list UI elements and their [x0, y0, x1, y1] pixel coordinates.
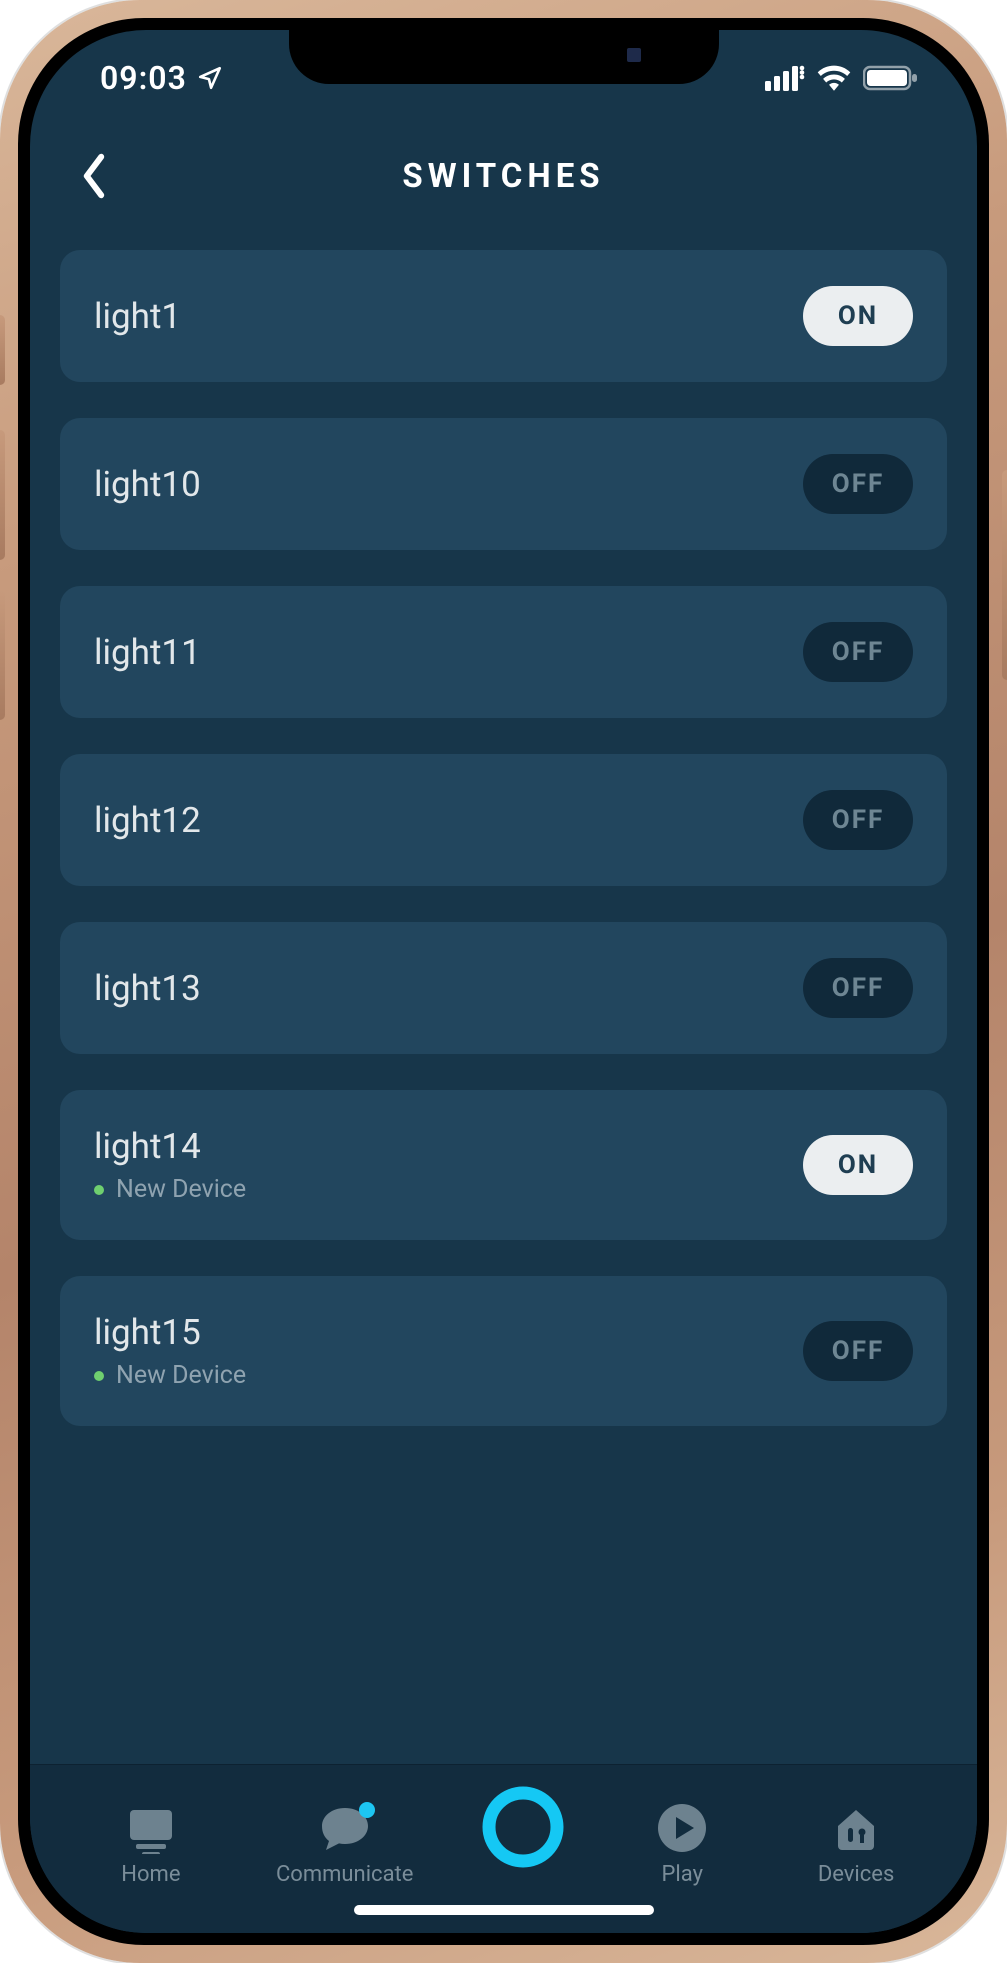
switch-row[interactable]: light14 New Device ON	[60, 1090, 947, 1240]
alexa-ring-icon	[481, 1785, 565, 1869]
cellular-icon	[765, 65, 805, 91]
switch-info: light13	[94, 968, 201, 1009]
toggle-state: ON	[838, 301, 878, 331]
tab-label: Play	[662, 1862, 703, 1887]
toggle-button[interactable]: OFF	[803, 622, 913, 682]
switch-sub-text: New Device	[116, 1361, 246, 1390]
toggle-button[interactable]: OFF	[803, 790, 913, 850]
toggle-button[interactable]: ON	[803, 1135, 913, 1195]
switch-info: light14 New Device	[94, 1126, 246, 1204]
chevron-left-icon	[77, 152, 111, 200]
clock: 09:03	[100, 59, 187, 97]
switch-name: light14	[94, 1126, 246, 1167]
switch-row[interactable]: light12 OFF	[60, 754, 947, 886]
status-dot-icon	[94, 1185, 104, 1195]
home-icon	[124, 1804, 178, 1854]
location-icon	[197, 65, 223, 91]
switch-sub-text: New Device	[116, 1175, 246, 1204]
switch-subtitle: New Device	[94, 1361, 246, 1390]
switch-info: light12	[94, 800, 201, 841]
notification-dot-icon	[359, 1802, 375, 1818]
toggle-state: OFF	[832, 805, 884, 835]
tab-label: Home	[121, 1862, 180, 1887]
toggle-state: OFF	[832, 1336, 884, 1366]
toggle-button[interactable]: OFF	[803, 454, 913, 514]
phone-frame: 09:03	[0, 0, 1007, 1963]
status-left: 09:03	[100, 59, 223, 97]
toggle-button[interactable]: OFF	[803, 1321, 913, 1381]
power-button	[1002, 470, 1007, 680]
volume-down-button	[0, 590, 5, 720]
switch-row[interactable]: light15 New Device OFF	[60, 1276, 947, 1426]
switch-row[interactable]: light1 ON	[60, 250, 947, 382]
play-icon	[656, 1802, 708, 1854]
status-right	[765, 65, 919, 91]
switch-name: light15	[94, 1312, 246, 1353]
switch-info: light11	[94, 632, 201, 673]
toggle-state: ON	[838, 1150, 878, 1180]
switch-name: light1	[94, 296, 181, 337]
toggle-state: OFF	[832, 973, 884, 1003]
switch-name: light10	[94, 464, 201, 505]
tab-label: Devices	[818, 1862, 895, 1887]
switch-info: light15 New Device	[94, 1312, 246, 1390]
switch-row[interactable]: light10 OFF	[60, 418, 947, 550]
tab-label: Communicate	[276, 1862, 413, 1887]
switch-row[interactable]: light13 OFF	[60, 922, 947, 1054]
phone-bezel: 09:03	[18, 18, 989, 1945]
back-button[interactable]	[70, 152, 118, 200]
switch-name: light12	[94, 800, 201, 841]
home-indicator[interactable]	[354, 1905, 654, 1915]
switch-name: light11	[94, 632, 201, 673]
battery-icon	[863, 65, 919, 91]
tab-devices[interactable]: Devices	[791, 1802, 921, 1887]
wifi-icon	[817, 65, 851, 91]
switch-list[interactable]: light1 ON light10 OFF light11 OFF	[30, 226, 977, 1764]
tab-play[interactable]: Play	[617, 1802, 747, 1887]
switch-name: light13	[94, 968, 201, 1009]
chat-icon	[317, 1804, 373, 1854]
status-dot-icon	[94, 1371, 104, 1381]
tabbar: Home Communicate	[30, 1764, 977, 1933]
screen: 09:03	[30, 30, 977, 1933]
tab-communicate[interactable]: Communicate	[260, 1804, 430, 1887]
page-title: SWITCHES	[402, 157, 604, 196]
toggle-state: OFF	[832, 637, 884, 667]
switch-subtitle: New Device	[94, 1175, 246, 1204]
tab-home[interactable]: Home	[86, 1804, 216, 1887]
nav-header: SWITCHES	[30, 126, 977, 226]
switch-row[interactable]: light11 OFF	[60, 586, 947, 718]
switch-info: light1	[94, 296, 181, 337]
tab-alexa[interactable]	[473, 1785, 573, 1887]
mute-switch	[0, 315, 5, 385]
toggle-button[interactable]: ON	[803, 286, 913, 346]
toggle-state: OFF	[832, 469, 884, 499]
devices-icon	[830, 1802, 882, 1854]
phone-notch	[289, 18, 719, 84]
volume-up-button	[0, 430, 5, 560]
toggle-button[interactable]: OFF	[803, 958, 913, 1018]
switch-info: light10	[94, 464, 201, 505]
